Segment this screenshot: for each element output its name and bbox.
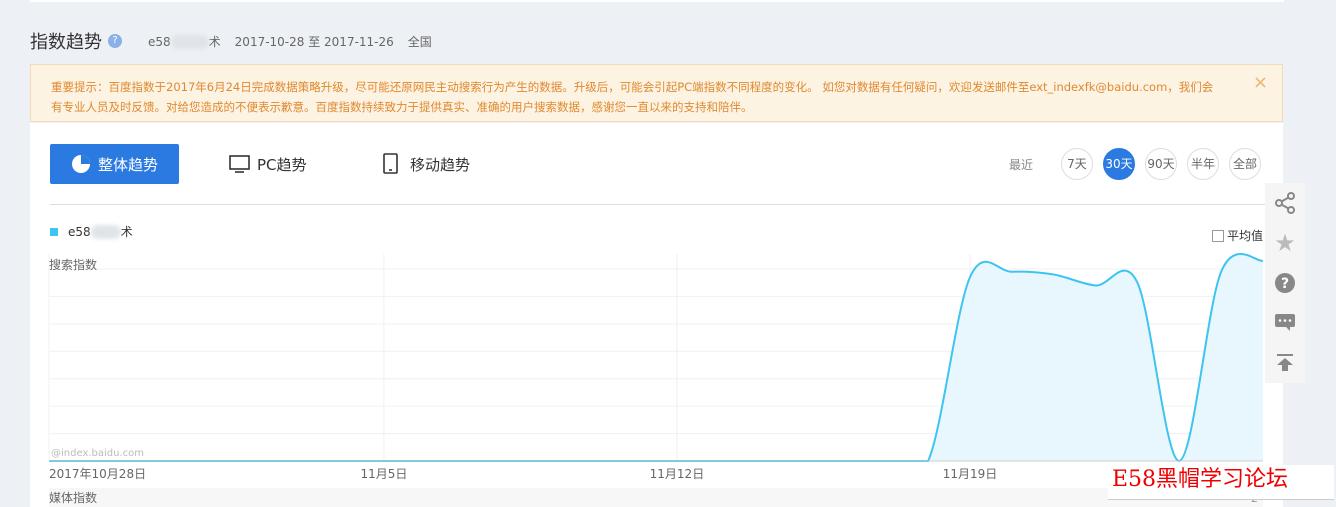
phone-icon (383, 153, 398, 174)
range-half-year[interactable]: 半年 (1187, 148, 1219, 180)
range-30d[interactable]: 30天 (1103, 148, 1135, 180)
legend-prefix: e58 (68, 224, 91, 239)
x-tick-label: 11月5日 (360, 467, 407, 481)
x-tick-label: 11月19日 (943, 467, 998, 481)
monitor-icon (229, 155, 250, 173)
help-circle-icon[interactable]: ? (1265, 263, 1305, 303)
star-icon[interactable]: ★ (1265, 223, 1305, 263)
tab-overall[interactable]: 整体趋势 (50, 144, 179, 184)
range-selector: 最近 7天 30天 90天 半年 全部 (1009, 148, 1261, 180)
divider (50, 204, 1283, 205)
average-toggle[interactable]: 平均值 (1211, 227, 1263, 244)
blurred-text (90, 224, 121, 239)
tab-label: 整体趋势 (97, 155, 158, 174)
region: 全国 (407, 34, 432, 49)
keyword: e58 术 (148, 33, 221, 50)
side-toolbar: ★ ? (1265, 183, 1305, 383)
range-90d[interactable]: 90天 (1145, 148, 1177, 180)
range-7d[interactable]: 7天 (1061, 148, 1093, 180)
top-divider (30, 0, 1284, 2)
notice-text: 重要提示：百度指数于2017年6月24日完成数据策略升级，尽可能还原网民主动搜索… (51, 80, 1214, 114)
average-checkbox[interactable] (1211, 229, 1224, 242)
date-range: 2017-10-28 至 2017-11-26 (234, 34, 394, 49)
close-icon[interactable]: × (1253, 73, 1268, 93)
comment-icon[interactable] (1265, 303, 1305, 343)
legend[interactable]: e58 术 (50, 223, 133, 240)
media-row (49, 488, 1263, 507)
source-watermark: @index.baidu.com (51, 448, 144, 459)
pie-icon (71, 155, 90, 173)
tab-pc[interactable]: PC趋势 (229, 144, 307, 184)
help-icon[interactable]: ? (108, 34, 122, 48)
header: 指数趋势 ? e58 术 2017-10-28 至 2017-11-26 全国 (30, 28, 432, 54)
x-tick-label: 2017年10月28日 (49, 467, 146, 481)
legend-swatch (50, 227, 58, 236)
x-tick-label: 11月12日 (650, 467, 705, 481)
y-axis-label: 搜索指数 (49, 257, 97, 272)
tab-mobile[interactable]: 移动趋势 (382, 144, 470, 184)
average-label: 平均值 (1226, 229, 1263, 243)
page-title: 指数趋势 (30, 32, 102, 53)
range-label: 最近 (1008, 157, 1033, 172)
legend-suffix: 术 (120, 225, 133, 239)
blurred-text (170, 35, 209, 49)
keyword-suffix: 术 (208, 34, 221, 49)
media-label: 媒体指数 (49, 490, 97, 505)
range-all[interactable]: 全部 (1229, 148, 1261, 180)
notice-banner: 重要提示：百度指数于2017年6月24日完成数据策略升级，尽可能还原网民主动搜索… (30, 64, 1283, 122)
keyword-prefix: e58 (148, 34, 171, 49)
tab-label: 移动趋势 (410, 155, 471, 174)
tab-label: PC趋势 (257, 155, 307, 174)
svg-text:?: ? (1281, 276, 1289, 292)
share-icon[interactable] (1265, 183, 1305, 223)
watermark: E58黑帽学习论坛 (1108, 465, 1334, 500)
back-to-top-icon[interactable] (1265, 343, 1305, 383)
